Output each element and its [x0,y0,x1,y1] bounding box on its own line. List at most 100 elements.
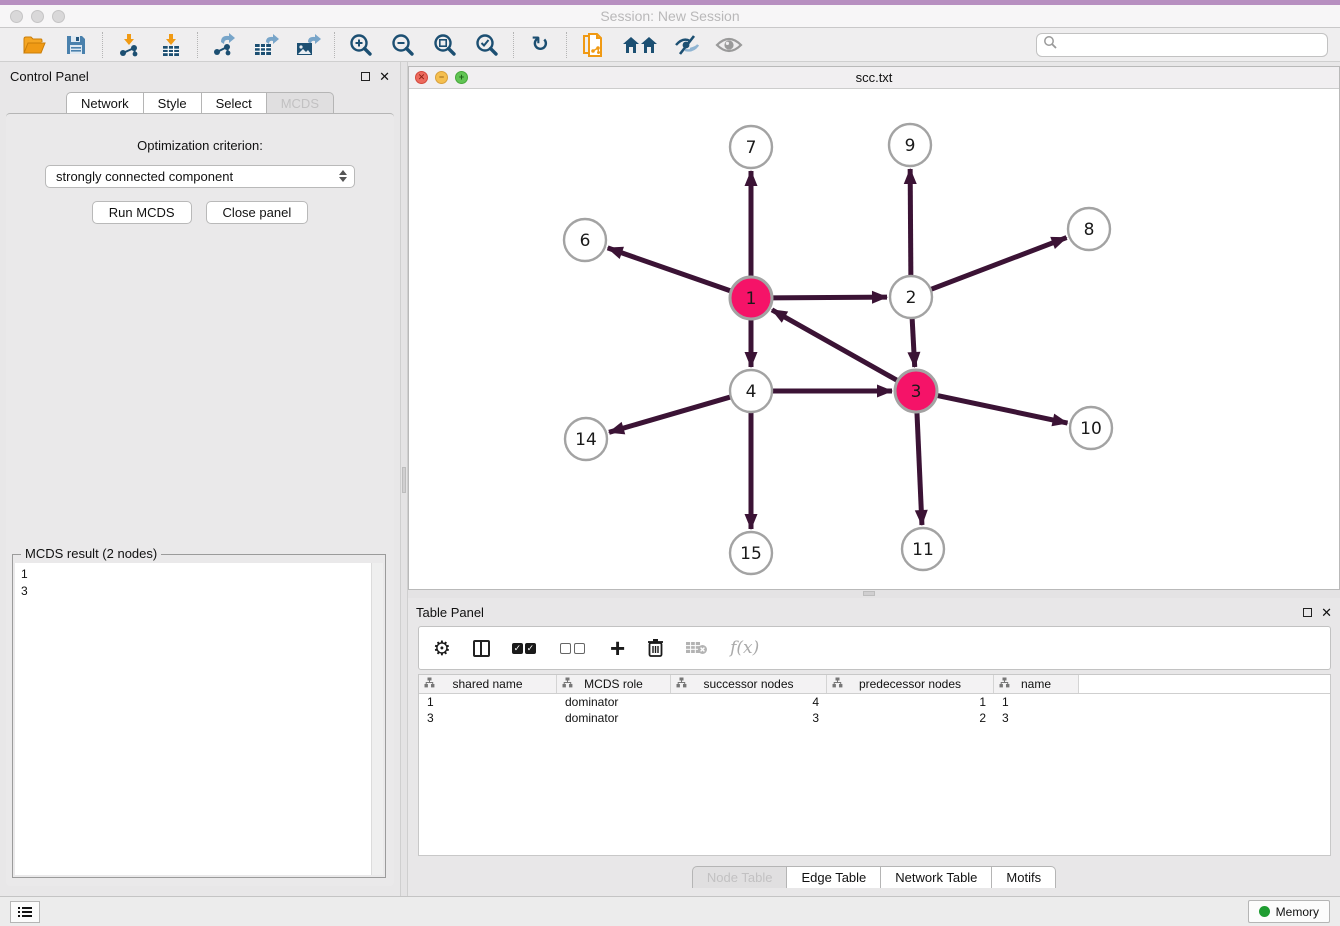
graph-node-label: 2 [906,288,917,308]
graph-edge-1-2[interactable] [770,297,887,298]
table-header-row: shared nameMCDS rolesuccessor nodesprede… [419,675,1330,694]
optimization-criterion-select[interactable]: strongly connected component [45,165,355,188]
select-stepper-icon [339,170,347,182]
graph-node-label: 14 [575,430,597,450]
graph-edge-4-14[interactable] [609,396,733,432]
settings-gear-icon[interactable]: ⚙ [433,635,451,661]
table-cell[interactable]: 1 [994,695,1079,709]
save-session-icon[interactable] [62,32,90,58]
node-table[interactable]: shared nameMCDS rolesuccessor nodesprede… [418,674,1331,856]
run-mcds-button[interactable]: Run MCDS [92,201,192,224]
result-scrollbar[interactable] [371,563,383,875]
tab-style[interactable]: Style [144,92,202,113]
column-header-name[interactable]: name [994,675,1079,693]
show-hide-graphics-details-icon[interactable] [673,32,701,58]
control-panel-title: Control Panel [10,69,89,84]
table-cell[interactable]: 3 [994,711,1079,725]
search-icon [1043,35,1057,54]
network-canvas[interactable]: 7968124314101511 [409,89,1339,589]
tab-edge-table[interactable]: Edge Table [787,866,881,888]
table-cell[interactable]: 1 [827,695,994,709]
splitter-handle[interactable] [402,467,406,493]
table-cell[interactable]: 1 [419,695,557,709]
graph-node-label: 11 [912,540,934,560]
search-input[interactable] [1057,38,1327,52]
import-table-icon[interactable] [157,32,185,58]
network-overview-icon[interactable] [621,32,659,58]
search-field[interactable] [1036,33,1328,57]
network-window-title: scc.txt [409,70,1339,85]
tab-network[interactable]: Network [66,92,144,113]
mcds-result-area[interactable]: 1 3 [15,563,383,875]
table-tabs: Node TableEdge TableNetwork TableMotifs [408,866,1340,888]
export-network-icon[interactable] [210,32,238,58]
float-panel-icon[interactable] [1303,608,1312,617]
table-row[interactable]: 3dominator323 [419,710,1330,726]
zoom-in-icon[interactable] [347,32,375,58]
task-history-button[interactable] [10,901,40,923]
network-window: ✕ − + scc.txt 7968124314101511 [408,66,1340,590]
attribute-type-icon [832,677,843,691]
column-header-predecessor-nodes[interactable]: predecessor nodes [827,675,994,693]
titlebar: Session: New Session [0,5,1340,28]
attribute-type-icon [562,677,573,691]
mcds-tab-content: Optimization criterion: strongly connect… [6,113,394,886]
zoom-selected-icon[interactable] [473,32,501,58]
zoom-out-icon[interactable] [389,32,417,58]
tab-select[interactable]: Select [202,92,267,113]
zoom-fit-icon[interactable] [431,32,459,58]
export-table-icon[interactable] [252,32,280,58]
table-row[interactable]: 1dominator411 [419,694,1330,710]
birds-eye-view-icon[interactable] [715,32,743,58]
table-cell[interactable]: 3 [671,711,827,725]
graph-node-label: 3 [911,382,922,402]
table-panel-title: Table Panel [416,605,484,620]
graph-node-label: 6 [580,231,591,251]
column-header-successor-nodes[interactable]: successor nodes [671,675,827,693]
attribute-type-icon [676,677,687,691]
graph-edge-2-3[interactable] [912,316,915,367]
column-header-shared-name[interactable]: shared name [419,675,557,693]
table-cell[interactable]: 4 [671,695,827,709]
horizontal-splitter[interactable] [408,590,1340,598]
network-graph[interactable]: 7968124314101511 [409,89,1339,589]
unselect-all-columns-icon[interactable] [560,635,588,661]
close-panel-icon[interactable]: ✕ [1321,606,1332,619]
apply-layout-icon[interactable]: ↻ [526,32,554,58]
table-cell[interactable]: 2 [827,711,994,725]
table-cell[interactable]: 3 [419,711,557,725]
column-header-MCDS-role[interactable]: MCDS role [557,675,671,693]
attribute-type-icon [424,677,435,691]
add-column-icon[interactable]: + [610,635,625,661]
graph-node-label: 15 [740,544,762,564]
table-cell[interactable]: dominator [557,695,671,709]
graph-node-label: 1 [746,289,757,309]
table-cell[interactable]: dominator [557,711,671,725]
tab-motifs[interactable]: Motifs [992,866,1056,888]
network-window-titlebar[interactable]: ✕ − + scc.txt [409,67,1339,89]
clone-network-icon[interactable] [579,32,607,58]
tab-network-table[interactable]: Network Table [881,866,992,888]
tab-node-table[interactable]: Node Table [692,866,788,888]
tab-mcds[interactable]: MCDS [267,92,334,113]
vertical-splitter[interactable] [400,62,408,896]
graph-edge-2-8[interactable] [929,238,1067,291]
show-column-panel-icon[interactable] [473,635,490,661]
delete-column-icon[interactable] [647,635,664,661]
splitter-handle[interactable] [863,591,875,596]
graph-edge-2-9[interactable] [910,169,911,278]
graph-node-label: 8 [1084,220,1095,240]
close-panel-icon[interactable]: ✕ [379,70,390,83]
graph-edge-3-10[interactable] [935,395,1068,423]
graph-edge-1-6[interactable] [608,248,733,292]
graph-edge-3-11[interactable] [917,410,922,525]
graph-edge-3-1[interactable] [772,310,900,382]
open-file-icon[interactable] [20,32,48,58]
export-image-icon[interactable] [294,32,322,58]
select-all-columns-icon[interactable]: ✓✓ [512,635,538,661]
close-panel-button[interactable]: Close panel [206,201,309,224]
memory-button[interactable]: Memory [1248,900,1330,923]
graph-node-label: 4 [746,382,757,402]
float-panel-icon[interactable] [361,72,370,81]
import-network-icon[interactable] [115,32,143,58]
